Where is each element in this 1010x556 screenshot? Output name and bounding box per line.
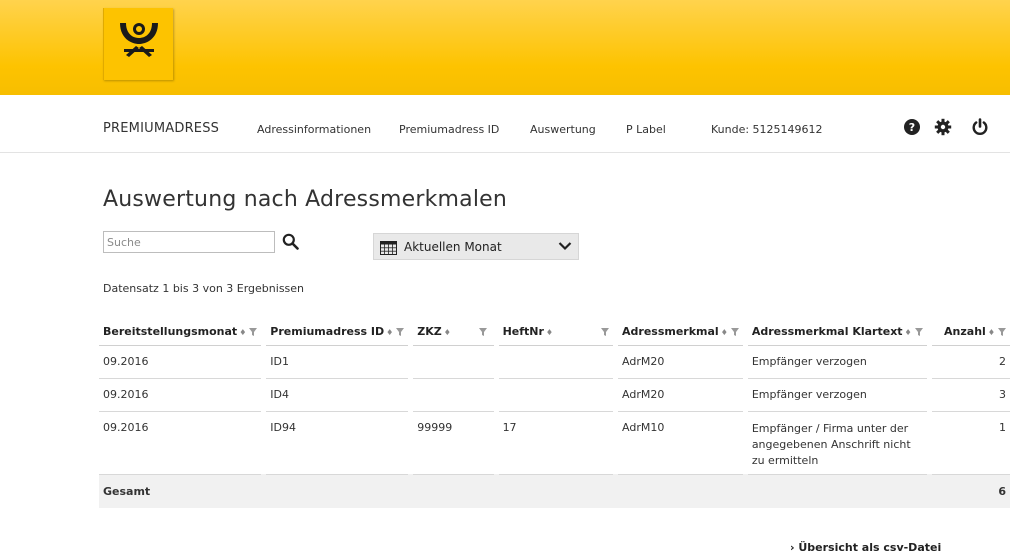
cell-premiumadress-id: ID1 <box>266 345 409 379</box>
total-value: 6 <box>931 474 1010 508</box>
column-header-premiumadress-id[interactable]: Premiumadress ID ♦ <box>266 318 409 346</box>
filter-icon[interactable] <box>249 327 258 336</box>
results-table: Bereitstellungsmonat ♦ Premiumadress ID ♦ … <box>99 318 1010 508</box>
deutsche-post-logo[interactable] <box>103 8 173 80</box>
column-header-heftnr[interactable]: HeftNr ♦ <box>498 318 614 346</box>
column-header-bereitstellungsmonat[interactable]: Bereitstellungsmonat ♦ <box>99 318 262 346</box>
cell-premiumadress-id: ID94 <box>266 411 409 475</box>
top-navigation: PREMIUMADRESS Adressinformationen Premiu… <box>0 95 1010 153</box>
table-header-row: Bereitstellungsmonat ♦ Premiumadress ID ♦ … <box>99 318 1010 346</box>
sort-icon[interactable]: ♦ <box>386 328 393 337</box>
period-select-value: Aktuellen Monat <box>404 240 502 254</box>
total-label: Gesamt <box>99 474 262 508</box>
sort-icon[interactable]: ♦ <box>721 328 728 337</box>
column-header-adressmerkmal-klartext[interactable]: Adressmerkmal Klartext ♦ <box>747 318 927 346</box>
csv-export-link[interactable]: › Übersicht als csv-Datei <box>790 541 941 554</box>
search-icon[interactable] <box>282 233 299 250</box>
cell-zkz: 99999 <box>413 411 494 475</box>
filter-icon[interactable] <box>601 327 610 336</box>
sort-icon[interactable]: ♦ <box>546 328 553 337</box>
table-row: 09.2016 ID1 AdrM20 Empfänger verzogen 2 <box>99 345 1010 379</box>
cell-heftnr: 17 <box>498 411 614 475</box>
column-label: Bereitstellungsmonat <box>103 324 238 338</box>
cell-adressmerkmal: AdrM20 <box>618 378 743 412</box>
gear-icon[interactable] <box>934 118 952 136</box>
chevron-down-icon <box>558 242 572 251</box>
help-icon[interactable]: ? <box>903 118 921 136</box>
cell-adressmerkmal: AdrM10 <box>618 411 743 475</box>
app-brand[interactable]: PREMIUMADRESS <box>103 121 219 136</box>
svg-text:?: ? <box>909 121 915 134</box>
column-label: HeftNr <box>502 324 544 338</box>
record-count: Datensatz 1 bis 3 von 3 Ergebnissen <box>103 282 305 295</box>
cell-month: 09.2016 <box>99 411 262 475</box>
nav-premiumadress-id[interactable]: Premiumadress ID <box>399 123 499 136</box>
column-label: Adressmerkmal <box>622 324 719 338</box>
cell-anzahl: 1 <box>931 411 1010 475</box>
cell-klartext: Empfänger verzogen <box>747 378 927 412</box>
cell-premiumadress-id: ID4 <box>266 378 409 412</box>
column-header-zkz[interactable]: ZKZ ♦ <box>413 318 494 346</box>
column-header-anzahl[interactable]: Anzahl ♦ <box>931 318 1010 346</box>
cell-zkz <box>413 345 494 379</box>
column-label: ZKZ <box>417 324 442 338</box>
cell-heftnr <box>498 378 614 412</box>
cell-adressmerkmal: AdrM20 <box>618 345 743 379</box>
calendar-icon <box>380 241 397 255</box>
post-horn-icon <box>120 23 158 57</box>
customer-number: Kunde: 5125149612 <box>711 123 823 136</box>
cell-heftnr <box>498 345 614 379</box>
cell-anzahl: 3 <box>931 378 1010 412</box>
cell-zkz <box>413 378 494 412</box>
sort-icon[interactable]: ♦ <box>239 328 246 337</box>
sort-icon[interactable]: ♦ <box>444 328 451 337</box>
column-header-adressmerkmal[interactable]: Adressmerkmal ♦ <box>618 318 743 346</box>
filter-icon[interactable] <box>730 327 739 336</box>
cell-anzahl: 2 <box>931 345 1010 379</box>
total-spacer <box>261 474 932 508</box>
cell-month: 09.2016 <box>99 378 262 412</box>
nav-p-label[interactable]: P Label <box>626 123 666 136</box>
filter-icon[interactable] <box>998 327 1006 336</box>
cell-klartext: Empfänger verzogen <box>747 345 927 379</box>
filter-icon[interactable] <box>914 327 923 336</box>
filter-icon[interactable] <box>478 327 487 336</box>
column-label: Adressmerkmal Klartext <box>751 324 903 338</box>
nav-adressinformationen[interactable]: Adressinformationen <box>257 123 371 136</box>
sort-icon[interactable]: ♦ <box>905 328 912 337</box>
search-input[interactable] <box>103 231 275 253</box>
period-select[interactable]: Aktuellen Monat <box>373 233 579 260</box>
filter-icon[interactable] <box>396 327 405 336</box>
column-label: Anzahl <box>944 324 986 338</box>
cell-month: 09.2016 <box>99 345 262 379</box>
table-row: 09.2016 ID94 99999 17 AdrM10 Empfänger /… <box>99 411 1010 475</box>
nav-auswertung[interactable]: Auswertung <box>530 123 596 136</box>
column-label: Premiumadress ID <box>270 324 385 338</box>
table-row: 09.2016 ID4 AdrM20 Empfänger verzogen 3 <box>99 378 1010 412</box>
sort-icon[interactable]: ♦ <box>988 328 995 337</box>
page-title: Auswertung nach Adressmerkmalen <box>103 187 508 212</box>
power-icon[interactable] <box>971 118 989 136</box>
table-total-row: Gesamt 6 <box>99 474 1010 508</box>
cell-klartext: Empfänger / Firma unter der angegebenen … <box>747 411 927 475</box>
